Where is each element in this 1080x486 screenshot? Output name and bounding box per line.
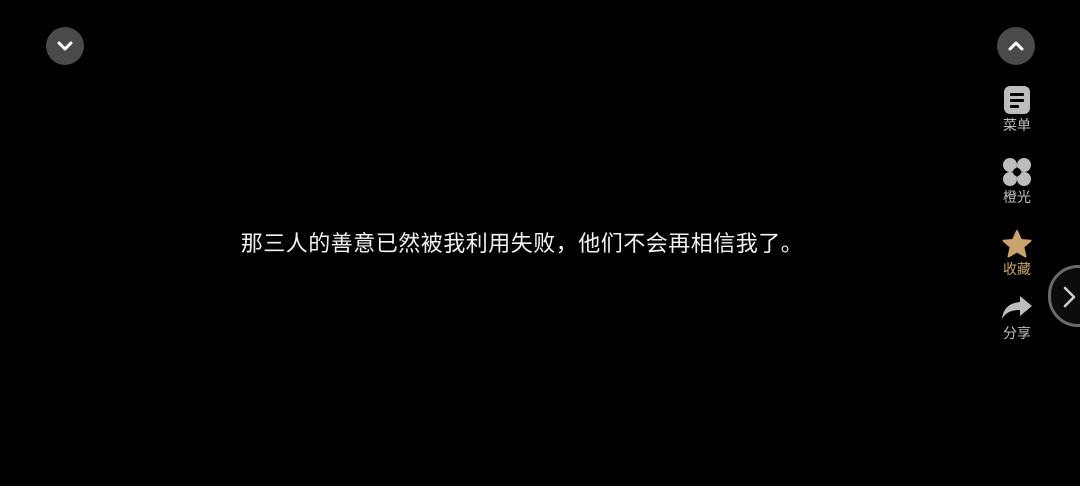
share-label: 分享: [1003, 326, 1031, 342]
orange-light-button[interactable]: 橙光: [985, 156, 1049, 206]
menu-button[interactable]: 菜单: [985, 84, 1049, 134]
next-page-tab[interactable]: [1048, 265, 1080, 327]
collapse-button[interactable]: [46, 27, 84, 65]
favorite-label: 收藏: [1003, 262, 1031, 278]
favorite-button[interactable]: 收藏: [985, 228, 1049, 278]
menu-doc-icon: [1000, 84, 1034, 116]
chevron-down-icon: [55, 36, 75, 56]
star-icon: [1000, 228, 1034, 260]
share-icon: [1000, 292, 1034, 324]
orange-light-logo-icon: [1000, 156, 1034, 188]
expand-button[interactable]: [997, 27, 1035, 65]
dialogue-text: 那三人的善意已然被我利用失败，他们不会再相信我了。: [240, 232, 804, 257]
chevron-up-icon: [1006, 36, 1026, 56]
game-screen: 那三人的善意已然被我利用失败，他们不会再相信我了。 菜单 橙光 收藏 分享: [0, 0, 1080, 486]
menu-label: 菜单: [1003, 118, 1031, 134]
share-button[interactable]: 分享: [985, 292, 1049, 342]
orange-light-label: 橙光: [1003, 190, 1031, 206]
